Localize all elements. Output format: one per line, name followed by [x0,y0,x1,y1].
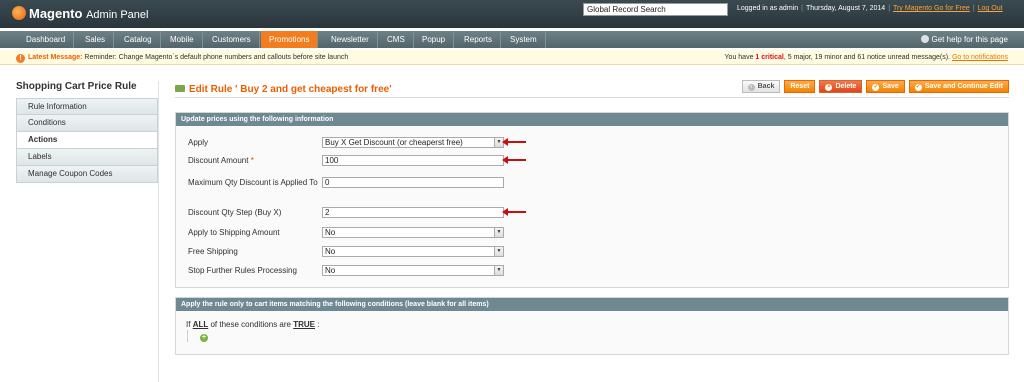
tab-manage-coupon-codes[interactable]: Manage Coupon Codes [16,166,158,183]
global-search-input[interactable] [583,3,728,16]
logged-in-text: Logged in as admin [737,5,799,12]
page-title: Edit Rule ' Buy 2 and get cheapest for f… [175,84,392,95]
discount-amount-label: Discount Amount * [188,156,254,165]
dropdown-arrow-icon: ▼ [494,266,503,275]
max-qty-input[interactable] [322,177,504,188]
add-condition-icon[interactable]: + [200,334,208,342]
save-and-continue-button[interactable]: ✓ Save and Continue Edit [908,80,1009,93]
admin-header: Magento Admin Panel Logged in as admin|T… [0,0,1024,28]
actions-fieldset: Update prices using the following inform… [175,112,1009,288]
qty-step-label: Discount Qty Step (Buy X) [188,208,282,217]
annotation-arrow-icon [502,138,526,146]
form-buttons: ‹ Back Reset × Delete ✓ Save ✓ Save and Cont… [738,80,1009,93]
tab-actions[interactable]: Actions [16,132,158,149]
aggregator-true-toggle[interactable]: TRUE [293,320,315,329]
nav-cms[interactable]: CMS [379,31,414,48]
annotation-arrow-icon [502,208,526,216]
conditions-tree-line [187,330,188,342]
notice-summary: You have 1 critical, 5 major, 19 minor a… [724,54,1008,61]
apply-shipping-select[interactable]: No ▼ [322,227,504,238]
go-to-notifications-link[interactable]: Go to notifications [952,54,1008,61]
discount-amount-input[interactable] [322,155,504,166]
header-links: Logged in as admin | Thursday, August 7, 2… [737,5,1003,12]
logout-link[interactable]: Log Out [978,5,1003,12]
delete-icon: × [825,84,833,91]
nav-system[interactable]: System [502,31,546,48]
nav-sales[interactable]: Sales [77,31,115,48]
nav-customers[interactable]: Customers [204,31,260,48]
apply-label: Apply [188,138,209,147]
qty-step-input[interactable] [322,207,504,218]
tab-labels[interactable]: Labels [16,149,158,166]
annotation-arrow-icon [502,156,526,164]
dropdown-arrow-icon: ▼ [494,247,503,256]
help-link[interactable]: Get help for this page [920,31,1009,48]
date-text: Thursday, August 7, 2014 [805,5,886,12]
conditions-legend: Apply the rule only to cart items matchi… [176,298,1008,311]
warning-icon: ! [16,54,25,63]
save-continue-icon: ✓ [914,84,922,91]
nav-dashboard[interactable]: Dashboard [18,31,75,48]
critical-count: 1 [755,54,760,61]
conditions-fieldset: Apply the rule only to cart items matchi… [175,297,1009,355]
tab-conditions[interactable]: Conditions [16,115,158,132]
conditions-aggregator: If ALL of these conditions are TRUE : [186,320,320,329]
nav-catalog[interactable]: Catalog [116,31,161,48]
system-notice-bar: ! Latest Message: Reminder: Change Magent… [0,50,1024,65]
critical-word: critical [761,54,784,61]
nav-popup[interactable]: Popup [414,31,455,48]
aggregator-all-toggle[interactable]: ALL [193,320,209,329]
nav-reports[interactable]: Reports [456,31,502,48]
rule-tag-icon [175,85,185,92]
apply-select[interactable]: Buy X Get Discount (or cheaperst free) ▼ [322,137,504,148]
stop-rules-label: Stop Further Rules Processing [188,266,297,275]
delete-button[interactable]: × Delete [819,80,863,93]
stop-rules-select[interactable]: No ▼ [322,265,504,276]
latest-message-label: Latest Message: [28,54,83,61]
latest-message-text: Reminder: Change Magento`s default phone… [84,54,349,61]
save-button[interactable]: ✓ Save [866,80,905,93]
free-shipping-label: Free Shipping [188,247,238,256]
try-magento-link[interactable]: Try Magento Go for Free [893,5,970,12]
dropdown-arrow-icon: ▼ [494,228,503,237]
back-button[interactable]: ‹ Back [741,80,781,93]
reset-button[interactable]: Reset [784,80,816,93]
sidebar-tabs: Rule Information Conditions Actions Labe… [16,98,158,183]
nav-promotions[interactable]: Promotions [261,31,319,48]
nav-mobile[interactable]: Mobile [162,31,203,48]
magento-logo-icon [12,6,26,20]
title-divider [175,97,1009,98]
nav-newsletter[interactable]: Newsletter [323,31,378,48]
main-nav: Dashboard Sales Catalog Mobile Customers… [0,31,1024,48]
max-qty-label: Maximum Qty Discount is Applied To [188,178,318,187]
free-shipping-select[interactable]: No ▼ [322,246,504,257]
apply-shipping-label: Apply to Shipping Amount [188,228,280,237]
sidebar-title: Shopping Cart Price Rule [16,81,137,92]
help-text: Get help for this page [931,35,1009,44]
save-icon: ✓ [872,84,880,91]
actions-legend: Update prices using the following inform… [176,113,1008,126]
help-icon [920,35,929,43]
logo-sub: Admin Panel [86,9,149,21]
sidebar-divider [158,81,159,382]
logo-brand: Magento [29,6,83,21]
tab-rule-information[interactable]: Rule Information [16,98,158,115]
magento-logo[interactable]: Magento Admin Panel [12,6,148,21]
back-icon: ‹ [747,84,755,91]
required-mark: * [250,156,254,165]
